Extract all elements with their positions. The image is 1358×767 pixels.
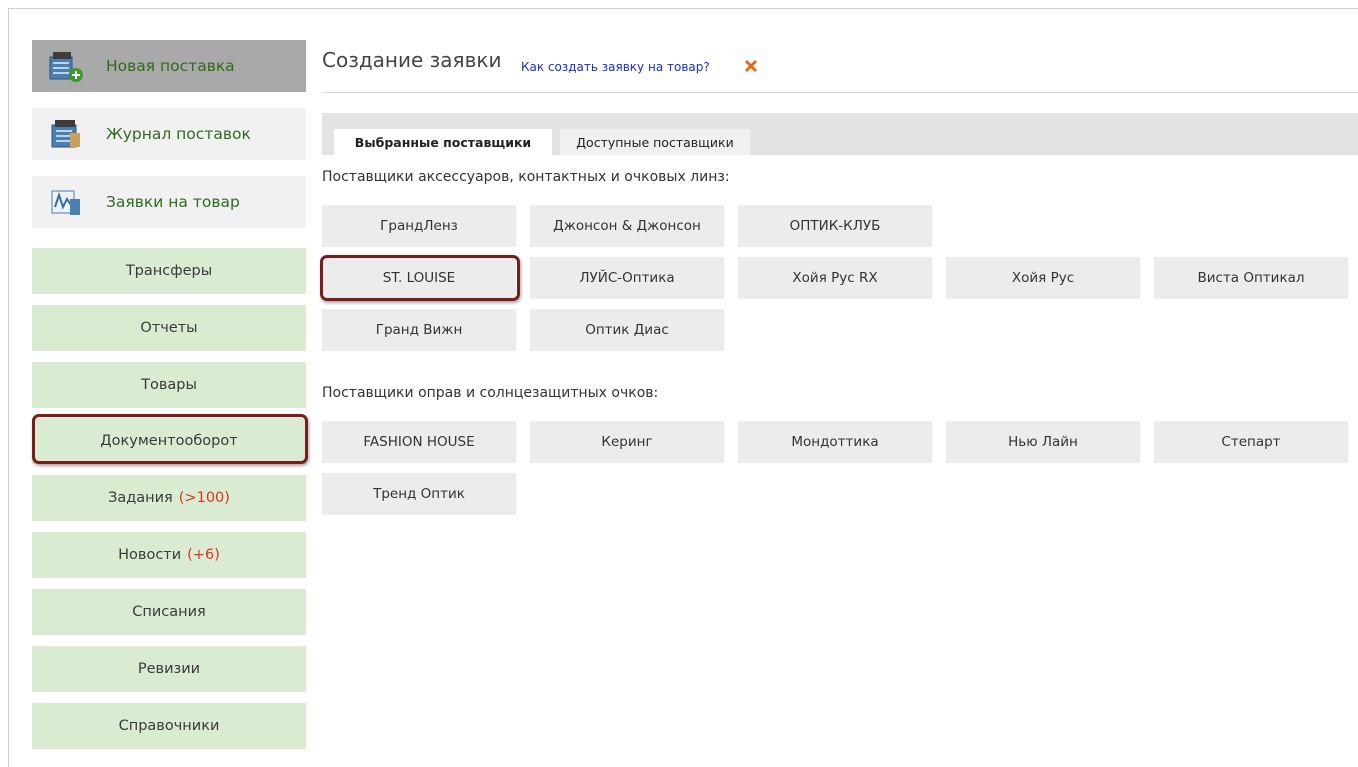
sidebar-item-label: Заявки на товар xyxy=(106,193,240,211)
sidebar-item-audits[interactable]: Ревизии xyxy=(32,646,306,692)
sidebar-item-news[interactable]: Новости (+6) xyxy=(32,532,306,578)
sidebar-item-label: Журнал поставок xyxy=(106,125,251,143)
highlight-frame-document-flow xyxy=(32,414,308,464)
supplier-button[interactable]: FASHION HOUSE xyxy=(322,421,516,463)
supplier-button[interactable]: Гранд Вижн xyxy=(322,309,516,351)
product-requests-icon xyxy=(48,185,86,219)
tasks-count-badge: (>100) xyxy=(178,490,230,506)
page-title: Создание заявки xyxy=(322,48,502,72)
supplier-button[interactable]: ГрандЛенз xyxy=(322,205,516,247)
new-delivery-icon xyxy=(48,49,86,83)
supplier-button[interactable]: Мондоттика xyxy=(738,421,932,463)
sidebar-item-tasks[interactable]: Задания (>100) xyxy=(32,475,306,521)
supplier-button[interactable]: ЛУЙС-Оптика xyxy=(530,257,724,299)
sidebar-item-write-offs[interactable]: Списания xyxy=(32,589,306,635)
sidebar-item-directories[interactable]: Справочники xyxy=(32,703,306,749)
supplier-button[interactable]: Оптик Диас xyxy=(530,309,724,351)
sidebar-item-new-delivery[interactable]: Новая поставка xyxy=(32,40,306,92)
supplier-button[interactable]: Джонсон & Джонсон xyxy=(530,205,724,247)
delivery-journal-icon xyxy=(48,117,86,151)
supplier-button[interactable]: ОПТИК-КЛУБ xyxy=(738,205,932,247)
lens-suppliers-heading: Поставщики аксессуаров, контактных и очк… xyxy=(322,169,730,185)
sidebar-item-product-requests[interactable]: Заявки на товар xyxy=(32,176,306,228)
supplier-button[interactable]: Тренд Оптик xyxy=(322,473,516,515)
frames-suppliers-heading: Поставщики оправ и солнцезащитных очков: xyxy=(322,385,659,401)
supplier-button[interactable]: Виста Оптикал xyxy=(1154,257,1348,299)
sidebar-item-label: Новая поставка xyxy=(106,57,235,75)
sidebar-item-transfers[interactable]: Трансферы xyxy=(32,248,306,294)
highlight-frame-st-louise xyxy=(320,255,520,301)
tab-available-suppliers[interactable]: Доступные поставщики xyxy=(560,129,750,155)
sidebar-item-delivery-journal[interactable]: Журнал поставок xyxy=(32,108,306,160)
news-count-badge: (+6) xyxy=(187,547,220,563)
sidebar-item-products[interactable]: Товары xyxy=(32,362,306,408)
help-link[interactable]: Как создать заявку на товар? xyxy=(521,60,710,74)
close-icon[interactable] xyxy=(744,59,758,73)
supplier-button[interactable]: Нью Лайн xyxy=(946,421,1140,463)
sidebar-item-reports[interactable]: Отчеты xyxy=(32,305,306,351)
supplier-button[interactable]: Керинг xyxy=(530,421,724,463)
supplier-button[interactable]: Степарт xyxy=(1154,421,1348,463)
supplier-button[interactable]: Хойя Рус xyxy=(946,257,1140,299)
tab-selected-suppliers[interactable]: Выбранные поставщики xyxy=(334,129,552,155)
supplier-button[interactable]: Хойя Рус RX xyxy=(738,257,932,299)
title-divider xyxy=(322,92,1358,93)
